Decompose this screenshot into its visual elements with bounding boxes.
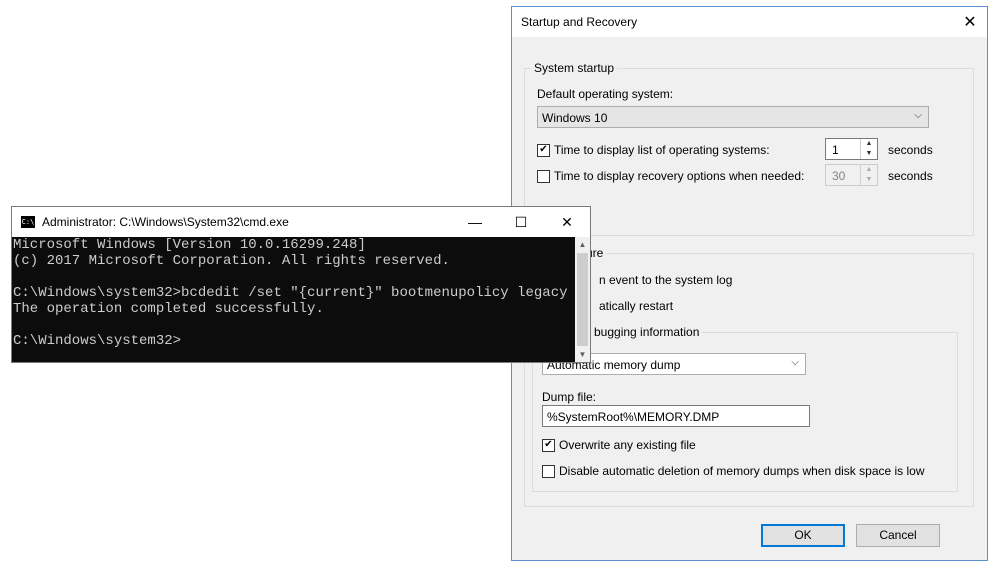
dump-file-input[interactable]: %SystemRoot%\MEMORY.DMP (542, 405, 810, 427)
time-list-spinner[interactable]: 1 ▲ ▼ (825, 138, 878, 160)
time-recovery-spinner[interactable]: 30 ▲ ▼ (825, 164, 878, 186)
cmd-window: C:\ Administrator: C:\Windows\System32\c… (11, 206, 591, 363)
spin-down-icon[interactable]: ▼ (861, 175, 877, 185)
vertical-scrollbar[interactable]: ▲ ▼ (575, 237, 590, 362)
spin-down-icon[interactable]: ▼ (861, 149, 877, 159)
chevron-down-icon: ⌵ (791, 357, 799, 368)
write-event-label: n event to the system log (599, 273, 733, 287)
close-icon[interactable]: ✕ (953, 7, 987, 37)
chevron-down-icon: ⌵ (914, 110, 922, 121)
console-line: C:\Windows\system32>bcdedit /set "{curre… (13, 285, 568, 301)
disable-deletion-label: Disable automatic deletion of memory dum… (559, 464, 925, 478)
time-list-seconds: seconds (888, 143, 933, 157)
overwrite-label: Overwrite any existing file (559, 438, 696, 452)
dialog-titlebar[interactable]: Startup and Recovery ✕ (512, 7, 987, 37)
scroll-thumb[interactable] (577, 253, 588, 346)
time-recovery-value: 30 (832, 169, 846, 183)
cancel-button[interactable]: Cancel (856, 524, 940, 547)
time-list-value: 1 (832, 143, 839, 157)
console-line: The operation completed successfully. (13, 301, 324, 317)
close-icon[interactable]: ✕ (544, 207, 590, 237)
cmd-title: Administrator: C:\Windows\System32\cmd.e… (42, 215, 289, 229)
spinner-buttons[interactable]: ▲ ▼ (860, 139, 877, 159)
auto-restart-label: atically restart (599, 299, 674, 313)
time-recovery-label: Time to display recovery options when ne… (554, 169, 805, 183)
maximize-icon[interactable]: ☐ (498, 207, 544, 237)
console-line: Microsoft Windows [Version 10.0.16299.24… (13, 237, 366, 253)
minimize-icon[interactable]: — (452, 207, 498, 237)
spinner-buttons[interactable]: ▲ ▼ (860, 165, 877, 185)
dump-file-value: %SystemRoot%\MEMORY.DMP (547, 410, 720, 424)
cmd-app-icon: C:\ (21, 216, 35, 228)
debug-info-legend: bugging information (591, 325, 703, 339)
dialog-title: Startup and Recovery (521, 15, 638, 29)
time-recovery-checkbox[interactable] (537, 170, 550, 183)
scroll-down-icon[interactable]: ▼ (575, 347, 590, 362)
time-list-label: Time to display list of operating system… (554, 143, 770, 157)
default-os-select[interactable]: Windows 10 ⌵ (537, 106, 929, 128)
console-output[interactable]: Microsoft Windows [Version 10.0.16299.24… (12, 237, 575, 362)
console-line: C:\Windows\system32> (13, 333, 182, 349)
ok-button[interactable]: OK (761, 524, 845, 547)
time-list-checkbox[interactable] (537, 144, 550, 157)
default-os-value: Windows 10 (542, 111, 608, 125)
default-os-label: Default operating system: (537, 87, 674, 101)
spin-up-icon[interactable]: ▲ (861, 165, 877, 175)
dump-file-label: Dump file: (542, 390, 597, 404)
time-recovery-seconds: seconds (888, 169, 933, 183)
spin-up-icon[interactable]: ▲ (861, 139, 877, 149)
cmd-titlebar[interactable]: C:\ Administrator: C:\Windows\System32\c… (12, 207, 590, 237)
overwrite-checkbox[interactable] (542, 439, 555, 452)
disable-deletion-checkbox[interactable] (542, 465, 555, 478)
scroll-up-icon[interactable]: ▲ (575, 237, 590, 252)
console-line: (c) 2017 Microsoft Corporation. All righ… (13, 253, 450, 269)
system-startup-legend: System startup (531, 61, 618, 75)
